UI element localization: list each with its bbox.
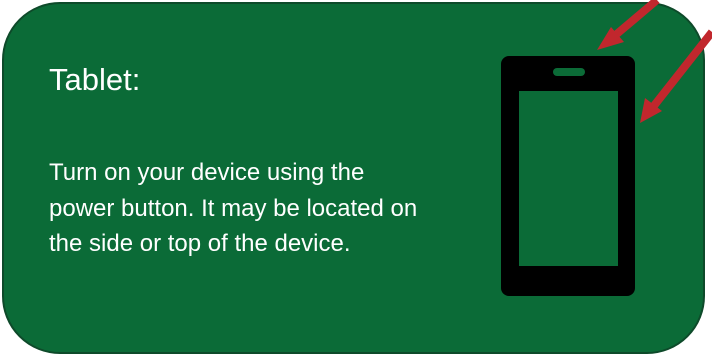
smartphone-icon [501,56,635,296]
arrow-icon [597,0,660,50]
phone-screen [519,91,618,266]
device-illustration [501,0,712,296]
phone-speaker-slot [553,68,585,76]
arrow-icon [640,29,712,123]
